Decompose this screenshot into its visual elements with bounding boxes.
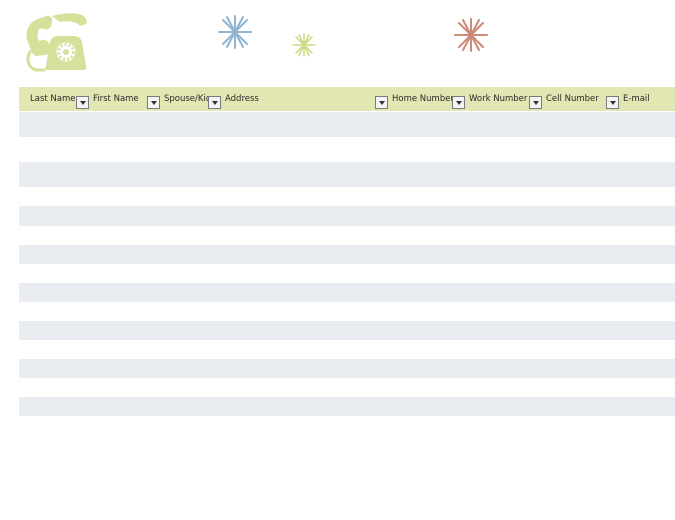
- column-header-email[interactable]: E-mail: [623, 87, 673, 111]
- column-header-first-name[interactable]: First Name: [93, 87, 147, 111]
- filter-dropdown-last-name[interactable]: [76, 96, 89, 109]
- table-row[interactable]: [19, 302, 675, 321]
- table-row[interactable]: [19, 137, 675, 162]
- table-row[interactable]: [19, 340, 675, 359]
- filter-dropdown-work-number[interactable]: [529, 96, 542, 109]
- column-header-home-number[interactable]: Home Number: [392, 87, 454, 111]
- table-row[interactable]: [19, 378, 675, 397]
- filter-dropdown-first-name[interactable]: [147, 96, 160, 109]
- column-header-cell-number[interactable]: Cell Number: [546, 87, 608, 111]
- table-row[interactable]: [19, 112, 675, 137]
- column-header-address[interactable]: Address: [225, 87, 365, 111]
- column-header-spouse-kids[interactable]: Spouse/Kids: [164, 87, 209, 111]
- table-row[interactable]: [19, 206, 675, 226]
- starburst-red-icon: [454, 18, 488, 52]
- table-row[interactable]: [19, 359, 675, 378]
- filter-dropdown-cell-number[interactable]: [606, 96, 619, 109]
- starburst-blue-icon: [218, 15, 252, 49]
- filter-dropdown-spouse-kids[interactable]: [208, 96, 221, 109]
- filter-dropdown-address[interactable]: [375, 96, 388, 109]
- table-row[interactable]: [19, 226, 675, 245]
- table-row[interactable]: [19, 187, 675, 206]
- filter-dropdown-home-number[interactable]: [452, 96, 465, 109]
- table-row[interactable]: [19, 283, 675, 302]
- table-row[interactable]: [19, 397, 675, 416]
- table-header-row: Last Name First Name Spouse/Kids Address…: [19, 87, 675, 111]
- table-row[interactable]: [19, 264, 675, 283]
- telephone-icon: [26, 13, 87, 72]
- column-header-work-number[interactable]: Work Number: [469, 87, 531, 111]
- table-row[interactable]: [19, 162, 675, 187]
- table-row[interactable]: [19, 245, 675, 264]
- starburst-green-icon: [292, 33, 316, 57]
- contacts-table: Last Name First Name Spouse/Kids Address…: [19, 87, 675, 416]
- table-row[interactable]: [19, 321, 675, 340]
